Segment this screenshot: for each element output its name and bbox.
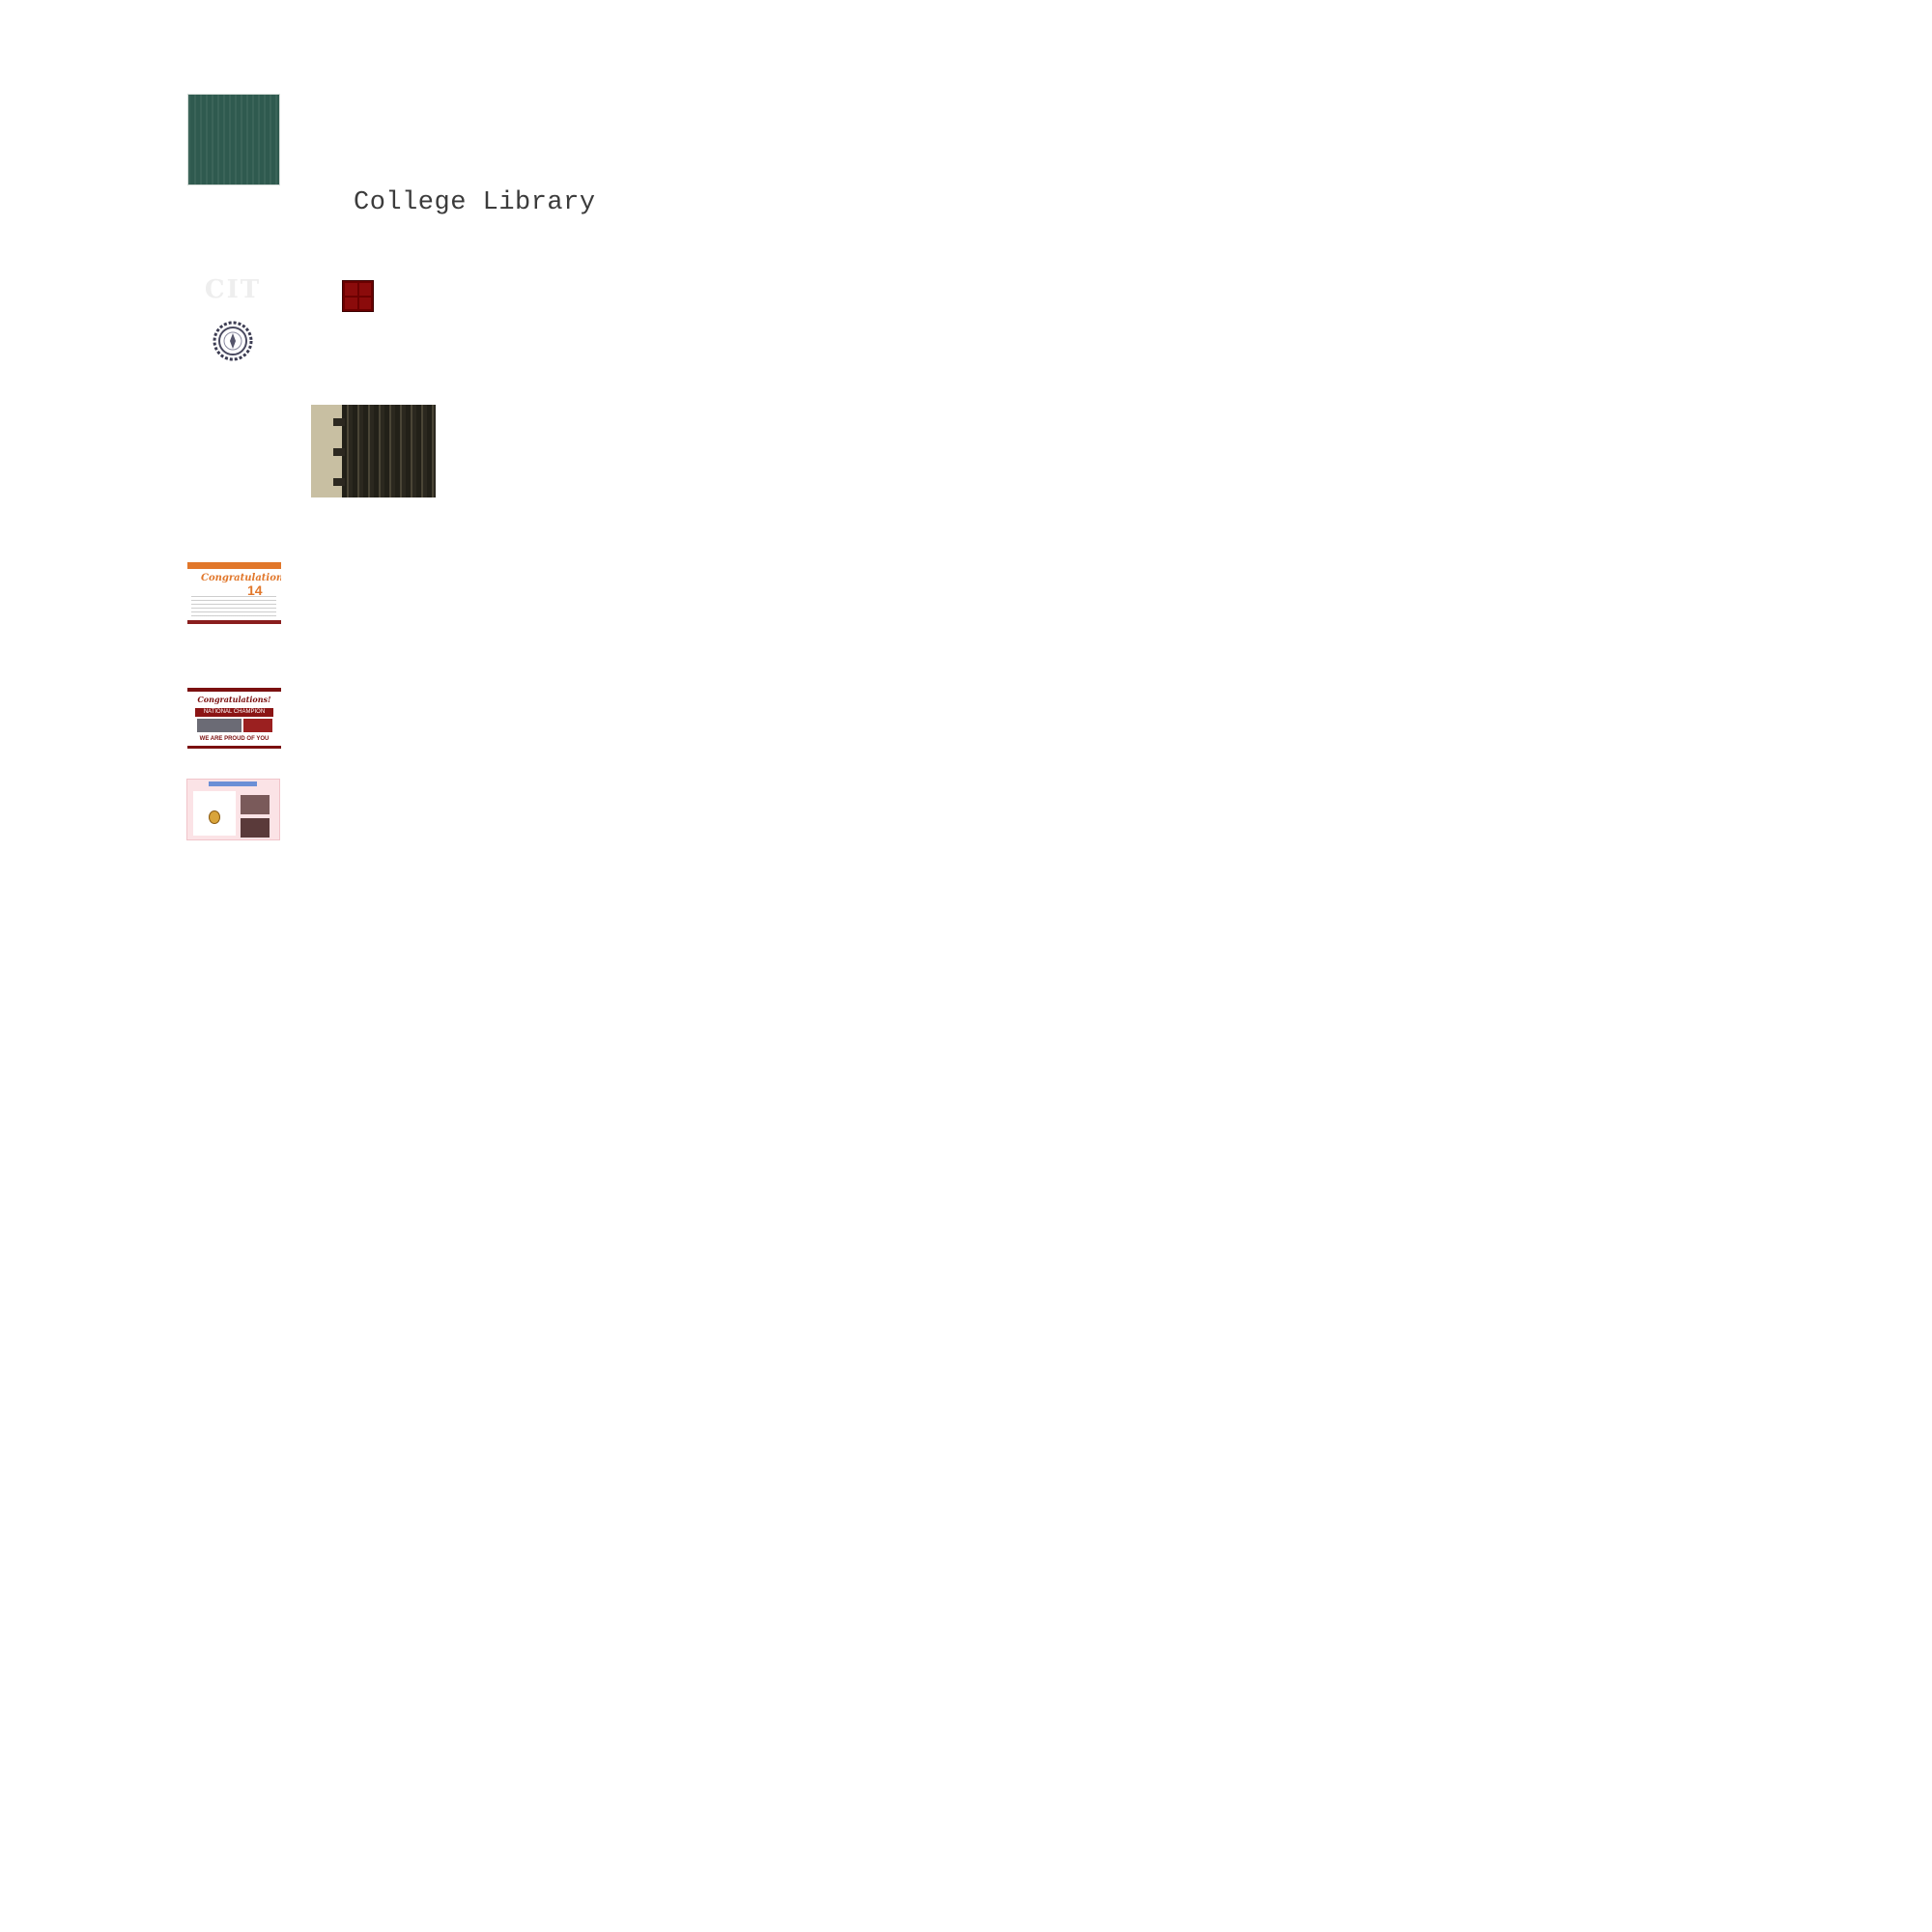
college-logo: CIT	[189, 275, 276, 367]
poster-photo	[241, 818, 270, 838]
grid-icon	[345, 283, 357, 296]
page-title: College Library	[354, 188, 596, 217]
college-logo-text: CIT	[204, 275, 262, 304]
college-seal-icon	[213, 321, 253, 361]
medal-icon	[209, 810, 220, 824]
poster-photo	[243, 719, 272, 732]
poster-heading: Congratulations!	[201, 573, 281, 583]
award-poster-thumbnail[interactable]	[186, 779, 280, 840]
poster-photo	[241, 795, 270, 814]
poster-photo	[197, 719, 242, 732]
poster-heading: Congratulations!	[197, 695, 271, 704]
bookshelf-image	[311, 405, 436, 497]
national-champion-poster-thumbnail[interactable]: Congratulations! NATIONAL CHAMPION WE AR…	[187, 688, 281, 749]
grid-menu-button[interactable]	[342, 280, 374, 312]
green-panel-image	[187, 94, 280, 185]
congratulations-poster-thumbnail[interactable]: Congratulations! 14	[187, 562, 281, 624]
poster-banner: NATIONAL CHAMPION	[195, 708, 273, 717]
poster-footer: WE ARE PROUD OF YOU	[199, 736, 270, 742]
